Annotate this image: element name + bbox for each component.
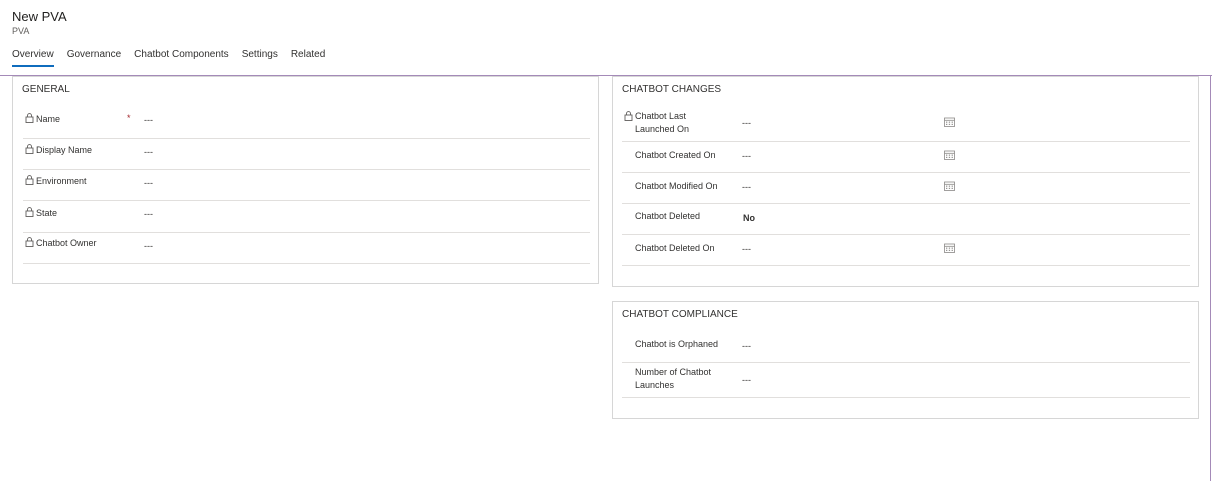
state-input[interactable]: --- <box>144 209 153 219</box>
deleted-on-input[interactable]: --- <box>742 244 751 254</box>
section-title: CHATBOT COMPLIANCE <box>622 309 738 320</box>
tab-settings[interactable]: Settings <box>242 48 278 67</box>
name-input[interactable]: --- <box>144 115 153 125</box>
lock-icon <box>624 111 633 121</box>
general-section: GENERAL Name * --- Display Name --- Envi… <box>12 76 599 284</box>
tab-chatbot-components[interactable]: Chatbot Components <box>134 48 229 67</box>
page-title: New PVA <box>12 9 67 24</box>
field-row-deleted-on: Chatbot Deleted On --- <box>622 235 1190 266</box>
required-indicator: * <box>127 113 131 123</box>
orphaned-input[interactable]: --- <box>742 341 751 351</box>
field-row-created-on: Chatbot Created On --- <box>622 142 1190 173</box>
field-row-display-name: Display Name --- <box>23 139 590 170</box>
calendar-icon[interactable] <box>944 181 955 191</box>
field-label: State <box>36 208 58 218</box>
field-label: Chatbot Last Launched On <box>635 110 689 136</box>
calendar-icon[interactable] <box>944 150 955 160</box>
field-label: Chatbot Created On <box>635 150 716 160</box>
chatbot-owner-input[interactable]: --- <box>144 241 153 251</box>
chatbot-compliance-section: CHATBOT COMPLIANCE Chatbot is Orphaned -… <box>612 301 1199 419</box>
field-label: Number of Chatbot Launches <box>635 366 711 392</box>
field-row-state: State --- <box>23 201 590 233</box>
field-row-environment: Environment --- <box>23 170 590 201</box>
environment-input[interactable]: --- <box>144 178 153 188</box>
display-name-input[interactable]: --- <box>144 147 153 157</box>
focus-border-right <box>1210 75 1211 481</box>
field-label: Chatbot Deleted On <box>635 243 715 253</box>
calendar-icon[interactable] <box>944 117 955 127</box>
chatbot-deleted-value[interactable]: No <box>743 213 755 223</box>
field-label: Environment <box>36 176 87 186</box>
field-row-last-launched: Chatbot Last Launched On --- <box>622 107 1190 142</box>
field-row-modified-on: Chatbot Modified On --- <box>622 173 1190 204</box>
chatbot-changes-section: CHATBOT CHANGES Chatbot Last Launched On… <box>612 76 1199 287</box>
field-row-name: Name * --- <box>23 107 590 139</box>
calendar-icon[interactable] <box>944 243 955 253</box>
lock-icon <box>25 207 34 217</box>
field-row-orphaned: Chatbot is Orphaned --- <box>622 332 1190 363</box>
field-label: Chatbot Modified On <box>635 181 718 191</box>
tab-overview[interactable]: Overview <box>12 48 54 67</box>
field-row-deleted: Chatbot Deleted No <box>622 204 1190 235</box>
field-label: Chatbot is Orphaned <box>635 339 719 349</box>
field-label: Chatbot Owner <box>36 238 97 248</box>
field-row-chatbot-owner: Chatbot Owner --- <box>23 233 590 264</box>
field-row-launches: Number of Chatbot Launches --- <box>622 363 1190 398</box>
field-label-line1: Number of Chatbot <box>635 367 712 377</box>
field-label: Name <box>36 114 61 124</box>
section-title: GENERAL <box>22 84 70 95</box>
field-label: Chatbot Deleted <box>635 211 701 221</box>
lock-icon <box>25 113 34 123</box>
launches-input[interactable]: --- <box>742 375 751 385</box>
lock-icon <box>25 237 34 247</box>
last-launched-input[interactable]: --- <box>742 118 751 128</box>
tab-bar: Overview Governance Chatbot Components S… <box>12 48 325 67</box>
lock-icon <box>25 175 34 185</box>
tab-related[interactable]: Related <box>291 48 325 67</box>
field-label-line1: Chatbot Last <box>635 111 687 121</box>
section-title: CHATBOT CHANGES <box>622 84 722 95</box>
page-header: New PVA PVA <box>12 9 67 36</box>
modified-on-input[interactable]: --- <box>742 182 751 192</box>
lock-icon <box>25 144 34 154</box>
field-label-line2: Launches <box>635 380 675 390</box>
tab-governance[interactable]: Governance <box>67 48 121 67</box>
created-on-input[interactable]: --- <box>742 151 751 161</box>
field-label-line2: Launched On <box>635 124 690 134</box>
field-label: Display Name <box>36 145 93 155</box>
page-subtitle: PVA <box>12 26 30 36</box>
